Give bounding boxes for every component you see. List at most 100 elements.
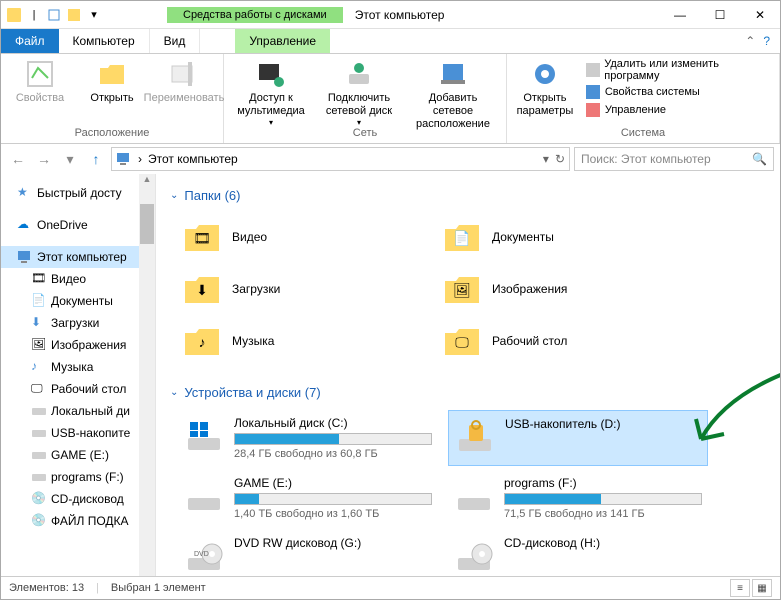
ribbon-tabs: Файл Компьютер Вид Управление ⌃ ? bbox=[1, 29, 780, 54]
ribbon-properties[interactable]: Свойства bbox=[9, 58, 71, 105]
navigation-pane: ★Быстрый досту ☁OneDrive Этот компьютер … bbox=[1, 174, 156, 576]
drive-item[interactable]: CD-дисковод (H:) bbox=[448, 530, 708, 576]
cd-icon: 💿 bbox=[31, 513, 47, 529]
titlebar: | ▾ Средства работы с дисками Этот компь… bbox=[1, 1, 780, 29]
nav-videos[interactable]: 🎞Видео bbox=[1, 268, 155, 290]
tab-manage[interactable]: Управление bbox=[235, 29, 330, 53]
ribbon-context-header: Средства работы с дисками bbox=[167, 7, 343, 23]
drive-icon bbox=[31, 403, 47, 419]
folder-icon: 📄 bbox=[442, 217, 482, 257]
drive-usage-bar bbox=[504, 493, 702, 505]
folder-item[interactable]: ♪Музыка bbox=[178, 317, 428, 365]
folder-icon: ♪ bbox=[182, 321, 222, 361]
nav-documents[interactable]: 📄Документы bbox=[1, 290, 155, 312]
qat-properties-icon[interactable] bbox=[45, 6, 63, 24]
computer-icon bbox=[17, 249, 33, 265]
nav-onedrive[interactable]: ☁OneDrive bbox=[1, 214, 155, 236]
ribbon-rename[interactable]: Переименовать bbox=[153, 58, 215, 105]
ribbon-collapse-icon[interactable]: ⌃ bbox=[745, 34, 755, 48]
folder-item[interactable]: 🖵Рабочий стол bbox=[438, 317, 688, 365]
nav-programs[interactable]: programs (F:) bbox=[1, 466, 155, 488]
minimize-button[interactable]: — bbox=[660, 1, 700, 29]
window-title: Этот компьютер bbox=[355, 8, 445, 22]
nav-this-pc[interactable]: Этот компьютер bbox=[1, 246, 155, 268]
close-button[interactable]: ✕ bbox=[740, 1, 780, 29]
chevron-down-icon: ⌄ bbox=[170, 190, 178, 201]
qat-new-item-icon[interactable] bbox=[65, 6, 83, 24]
nav-quick-access[interactable]: ★Быстрый досту bbox=[1, 182, 155, 204]
nav-desktop[interactable]: 🖵Рабочий стол bbox=[1, 378, 155, 400]
drive-item[interactable]: DVDDVD RW дисковод (G:) bbox=[178, 530, 438, 576]
status-item-count: Элементов: 13 bbox=[9, 582, 84, 594]
nav-history-button[interactable]: ▾ bbox=[59, 148, 81, 170]
nav-cd[interactable]: 💿CD-дисковод bbox=[1, 488, 155, 510]
drive-label: USB-накопитель (D:) bbox=[505, 417, 701, 431]
nav-file-podka[interactable]: 💿ФАЙЛ ПОДКА bbox=[1, 510, 155, 532]
svg-text:♪: ♪ bbox=[199, 334, 206, 350]
search-icon: 🔍 bbox=[752, 152, 767, 166]
address-bar[interactable]: › Этот компьютер ▾ ↻ bbox=[111, 147, 570, 171]
folder-icon: ⬇ bbox=[182, 269, 222, 309]
qat-dropdown-icon[interactable]: ▾ bbox=[85, 6, 103, 24]
cloud-icon: ☁ bbox=[17, 217, 33, 233]
nav-game[interactable]: GAME (E:) bbox=[1, 444, 155, 466]
folder-item[interactable]: 🎞Видео bbox=[178, 213, 428, 261]
refresh-icon[interactable]: ↻ bbox=[555, 152, 565, 166]
ribbon-media-access[interactable]: Доступ к мультимедиа▾ bbox=[232, 58, 310, 128]
nav-up-button[interactable]: ↑ bbox=[85, 148, 107, 170]
ribbon-manage[interactable]: Управление bbox=[585, 102, 771, 118]
folder-item[interactable]: 📄 Документы bbox=[438, 213, 688, 261]
ribbon-group-network-label: Сеть bbox=[353, 125, 377, 139]
drive-item[interactable]: GAME (E:)1,40 ТБ свободно из 1,60 ТБ bbox=[178, 470, 438, 526]
folder-item[interactable]: ⬇Загрузки bbox=[178, 265, 428, 313]
drive-item[interactable]: USB-накопитель (D:) bbox=[448, 410, 708, 466]
nav-forward-button[interactable]: → bbox=[33, 148, 55, 170]
tab-computer[interactable]: Компьютер bbox=[59, 29, 150, 53]
drive-sublabel: 71,5 ГБ свободно из 141 ГБ bbox=[504, 508, 702, 520]
ribbon-sysprops-label: Свойства системы bbox=[605, 86, 700, 98]
nav-pictures[interactable]: 🖼Изображения bbox=[1, 334, 155, 356]
ribbon-open-label: Открыть bbox=[90, 92, 133, 105]
view-tiles-button[interactable]: ▦ bbox=[752, 579, 772, 597]
drive-item[interactable]: programs (F:)71,5 ГБ свободно из 141 ГБ bbox=[448, 470, 708, 526]
folder-icon: 🖼 bbox=[442, 269, 482, 309]
nav-local-disk[interactable]: Локальный ди bbox=[1, 400, 155, 422]
nav-scrollbar[interactable]: ▲ bbox=[139, 174, 155, 576]
add-network-icon bbox=[437, 58, 469, 90]
sysprops-icon bbox=[585, 84, 601, 100]
video-icon: 🎞 bbox=[31, 271, 47, 287]
ribbon-uninstall[interactable]: Удалить или изменить программу bbox=[585, 58, 771, 82]
nav-back-button[interactable]: ← bbox=[7, 148, 29, 170]
ribbon-uninstall-label: Удалить или изменить программу bbox=[604, 58, 771, 82]
svg-text:🖵: 🖵 bbox=[455, 334, 469, 350]
ribbon-add-network[interactable]: Добавить сетевое расположение bbox=[408, 58, 498, 132]
folder-label: Документы bbox=[492, 230, 554, 244]
drive-label: GAME (E:) bbox=[234, 476, 432, 490]
ribbon-sysprops[interactable]: Свойства системы bbox=[585, 84, 771, 100]
address-row: ← → ▾ ↑ › Этот компьютер ▾ ↻ Поиск: Этот… bbox=[1, 144, 780, 174]
this-pc-icon bbox=[116, 151, 132, 167]
drives-group-header[interactable]: ⌄Устройства и диски (7) bbox=[170, 381, 766, 404]
maximize-button[interactable]: ☐ bbox=[700, 1, 740, 29]
tab-file[interactable]: Файл bbox=[1, 29, 59, 53]
rename-icon bbox=[168, 58, 200, 90]
ribbon-group-system-label: Система bbox=[621, 125, 665, 139]
ribbon-media-label: Доступ к мультимедиа bbox=[232, 92, 310, 118]
help-icon[interactable]: ? bbox=[763, 34, 770, 48]
ribbon-properties-label: Свойства bbox=[16, 92, 64, 105]
ribbon-open[interactable]: Открыть bbox=[81, 58, 143, 105]
nav-usb[interactable]: USB-накопите bbox=[1, 422, 155, 444]
manage-icon bbox=[585, 102, 601, 118]
nav-music[interactable]: ♪Музыка bbox=[1, 356, 155, 378]
tab-view[interactable]: Вид bbox=[150, 29, 201, 53]
search-input[interactable]: Поиск: Этот компьютер 🔍 bbox=[574, 147, 774, 171]
view-details-button[interactable]: ≡ bbox=[730, 579, 750, 597]
folder-item[interactable]: 🖼Изображения bbox=[438, 265, 688, 313]
drive-item[interactable]: Локальный диск (C:)28,4 ГБ свободно из 6… bbox=[178, 410, 438, 466]
ribbon-settings[interactable]: Открыть параметры bbox=[515, 58, 575, 118]
nav-downloads[interactable]: ⬇Загрузки bbox=[1, 312, 155, 334]
ribbon-map-drive[interactable]: Подключить сетевой диск▾ bbox=[320, 58, 398, 128]
folders-group-header[interactable]: ⌄Папки (6) bbox=[170, 184, 766, 207]
ribbon-map-drive-label: Подключить сетевой диск bbox=[320, 92, 398, 118]
address-dropdown-icon[interactable]: ▾ bbox=[543, 152, 549, 166]
